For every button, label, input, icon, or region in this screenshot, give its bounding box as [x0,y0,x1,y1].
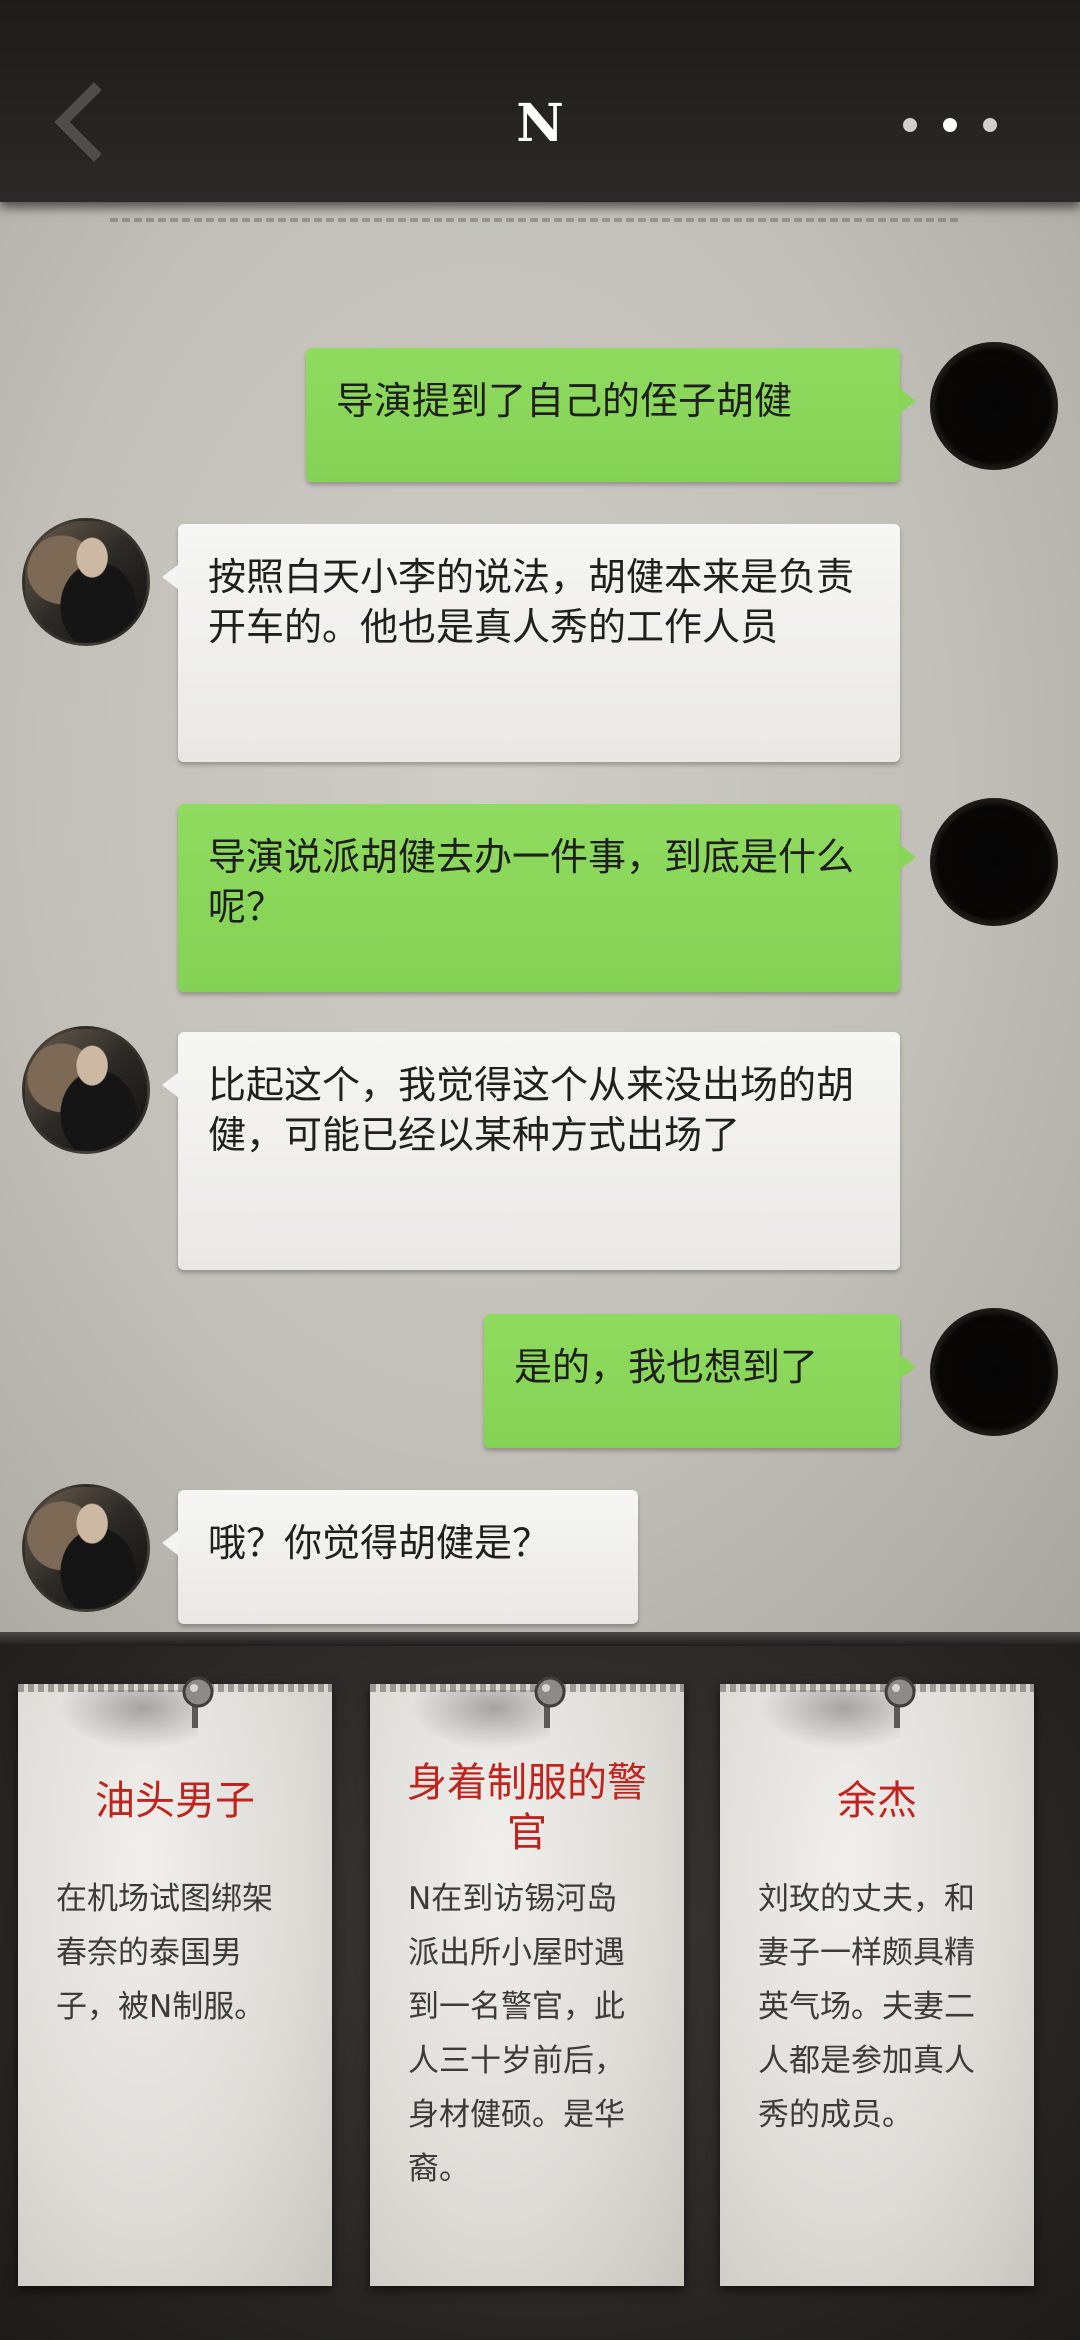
avatar-self[interactable] [930,342,1058,470]
message-bubble: 比起这个，我觉得这个从来没出场的胡健，可能已经以某种方式出场了 [162,1032,900,1270]
choice-card[interactable]: 余杰 刘玫的丈夫，和妻子一样颇具精英气场。夫妻二人都是参加真人秀的成员。 [720,1676,1034,2286]
paper-stain [410,1690,550,1750]
paper-stain [760,1690,900,1750]
choice-panel: 油头男子 在机场试图绑架春奈的泰国男子，被N制服。 身着制服的警官 N在到访锡河… [0,1646,1080,2340]
card-description: N在到访锡河岛派出所小屋时遇到一名警官，此人三十岁前后，身材健硕。是华裔。 [408,1881,625,2187]
choice-card[interactable]: 身着制服的警官 N在到访锡河岛派出所小屋时遇到一名警官，此人三十岁前后，身材健硕… [370,1676,684,2286]
message-bubble: 哦？你觉得胡健是？ [162,1490,638,1624]
more-dots-icon [903,118,917,132]
card-title: 身着制服的警官 [407,1760,647,1856]
pushpin-icon [534,1676,566,1728]
pushpin-icon [884,1676,916,1728]
pushpin-icon [182,1676,214,1728]
avatar-self[interactable] [930,1308,1058,1436]
paper-stain [58,1690,198,1750]
message-bubble: 导演说派胡健去办一件事，到底是什么呢？ [178,804,916,992]
card-description: 在机场试图绑架春奈的泰国男子，被N制服。 [56,1881,273,2025]
more-dot [943,118,957,132]
avatar-n[interactable] [22,518,150,646]
choice-card[interactable]: 油头男子 在机场试图绑架春奈的泰国男子，被N制服。 [18,1676,332,2286]
message-bubble: 按照白天小李的说法，胡健本来是负责开车的。他也是真人秀的工作人员 [162,524,900,762]
panel-divider [0,1632,1080,1646]
avatar-n[interactable] [22,1026,150,1154]
avatar-n[interactable] [22,1484,150,1612]
message-bubble: 是的，我也想到了 [484,1314,916,1448]
more-button[interactable] [895,108,1005,144]
card-title: 油头男子 [95,1778,255,1824]
top-bar: N [0,0,1080,202]
chat-area: 导演提到了自己的侄子胡健 按照白天小李的说法，胡健本来是负责开车的。他也是真人秀… [0,202,1080,1642]
message-bubble: 导演提到了自己的侄子胡健 [306,348,916,482]
more-dot [983,118,997,132]
card-description: 刘玫的丈夫，和妻子一样颇具精英气场。夫妻二人都是参加真人秀的成员。 [758,1881,975,2133]
avatar-self[interactable] [930,798,1058,926]
card-title: 余杰 [837,1778,917,1824]
